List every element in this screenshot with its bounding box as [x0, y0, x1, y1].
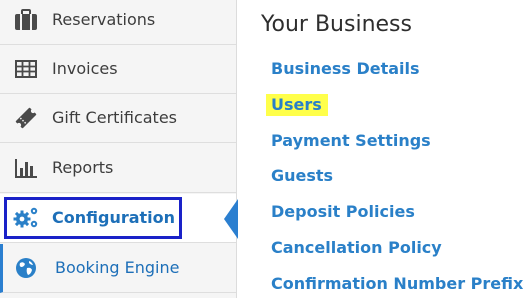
sidebar-item-gift-certificates[interactable]: Gift Certificates: [0, 94, 236, 143]
sidebar-item-label: Configuration: [52, 208, 176, 228]
page-title: Your Business: [261, 12, 412, 37]
link-business-details[interactable]: Business Details: [271, 59, 420, 78]
table-icon: [13, 56, 39, 82]
link-cancellation-policy[interactable]: Cancellation Policy: [271, 238, 442, 257]
link-guests[interactable]: Guests: [271, 166, 333, 185]
sidebar-item-label: Gift Certificates: [52, 108, 177, 128]
ticket-icon: [13, 105, 39, 131]
sidebar-item-invoices[interactable]: Invoices: [0, 45, 236, 94]
globe-icon: [13, 255, 39, 281]
sidebar-item-label: Invoices: [52, 59, 118, 79]
sidebar-item-configuration[interactable]: Configuration: [0, 194, 236, 243]
gears-icon: [13, 205, 39, 231]
link-confirmation-number-prefixes[interactable]: Confirmation Number Prefixes: [271, 274, 524, 293]
sidebar-item-label: Booking Engine: [55, 258, 180, 278]
main-panel: Your Business Business Details Users Pay…: [237, 0, 524, 298]
link-payment-settings[interactable]: Payment Settings: [271, 131, 431, 150]
bar-chart-icon: [13, 155, 39, 181]
sidebar-nav: Reservations Invoices Gift Certificates …: [0, 0, 237, 298]
active-pointer-arrow: [224, 199, 238, 239]
briefcase-icon: [13, 7, 39, 33]
app-root: Reservations Invoices Gift Certificates …: [0, 0, 524, 298]
sidebar-item-booking-engine[interactable]: Booking Engine: [0, 244, 236, 293]
sidebar-item-reservations[interactable]: Reservations: [0, 0, 236, 45]
sidebar-item-reports[interactable]: Reports: [0, 144, 236, 193]
sidebar-item-label: Reservations: [52, 10, 156, 30]
sidebar-item-label: Reports: [52, 158, 114, 178]
link-deposit-policies[interactable]: Deposit Policies: [271, 202, 415, 221]
link-users[interactable]: Users: [266, 94, 328, 116]
